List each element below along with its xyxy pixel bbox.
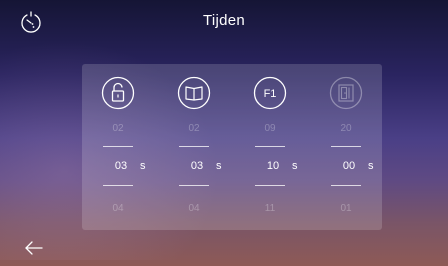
previous-value: 02 (112, 123, 124, 134)
selection-line-top (179, 146, 209, 147)
next-value: 04 (112, 203, 124, 214)
next-value: 04 (188, 203, 200, 214)
page-title: Tijden (202, 12, 246, 29)
previous-value: 09 (264, 123, 276, 134)
selection-line-top (255, 146, 285, 147)
next-value: 01 (340, 203, 352, 214)
f1-time-column[interactable]: F1 09 10 s 11 (242, 64, 302, 230)
back-arrow-icon[interactable] (22, 238, 50, 258)
previous-value: 02 (188, 123, 200, 134)
selection-line-bottom (255, 185, 285, 186)
selection-line-bottom (179, 185, 209, 186)
book-time-column[interactable]: 02 03 s 04 (166, 64, 226, 230)
selection-line-bottom (331, 185, 361, 186)
door-time-column[interactable]: 20 00 s 01 (318, 64, 378, 230)
next-value: 11 (264, 203, 276, 214)
unlock-time-column[interactable]: 02 03 s 04 (90, 64, 150, 230)
selection-line-bottom (103, 185, 133, 186)
f1-icon[interactable]: F1 (253, 76, 287, 110)
f1-icon-label: F1 (264, 88, 277, 100)
time-settings-panel: 02 03 s 04 02 03 s 04 F1 09 10 s 11 20 0… (82, 64, 382, 230)
unlock-icon[interactable] (101, 76, 135, 110)
selection-line-top (331, 146, 361, 147)
door-icon[interactable] (329, 76, 363, 110)
previous-value: 20 (340, 123, 352, 134)
book-icon[interactable] (177, 76, 211, 110)
selection-line-top (103, 146, 133, 147)
